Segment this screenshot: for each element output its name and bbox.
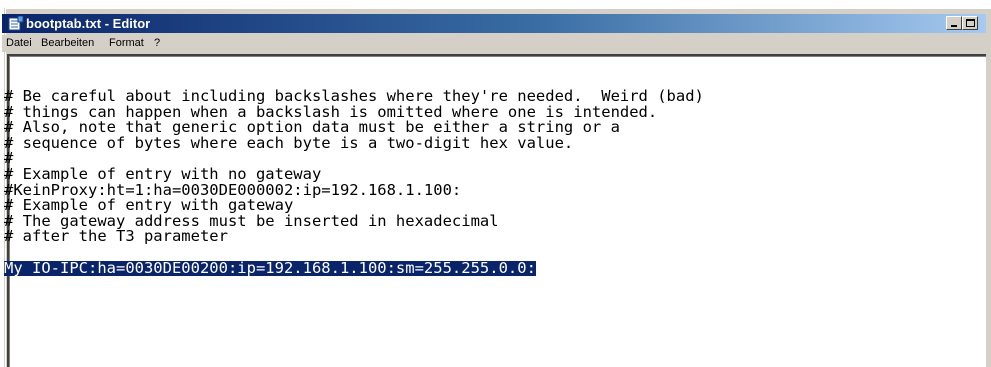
- text-line: # sequence of bytes where each byte is a…: [4, 133, 574, 152]
- menu-format[interactable]: Format: [109, 36, 144, 51]
- maximize-button[interactable]: [962, 16, 978, 30]
- maximize-icon: [966, 19, 975, 27]
- background-window-strip: [0, 0, 991, 8]
- window-title: bootptab.txt - Editor: [26, 16, 151, 31]
- minimize-icon: [951, 25, 957, 27]
- text-line: # after the T3 parameter: [4, 227, 228, 246]
- menu-help[interactable]: ?: [154, 36, 160, 51]
- notepad-icon: [8, 15, 24, 31]
- menu-datei[interactable]: Datei: [6, 36, 32, 51]
- minimize-button[interactable]: [946, 16, 962, 30]
- menu-bearbeiten[interactable]: Bearbeiten: [41, 36, 94, 51]
- menu-bar: Datei Bearbeiten Format ?: [2, 35, 986, 52]
- selected-text-line[interactable]: My_IO-IPC:ha=0030DE00200:ip=192.168.1.10…: [4, 260, 536, 277]
- title-bar[interactable]: bootptab.txt - Editor: [2, 14, 986, 33]
